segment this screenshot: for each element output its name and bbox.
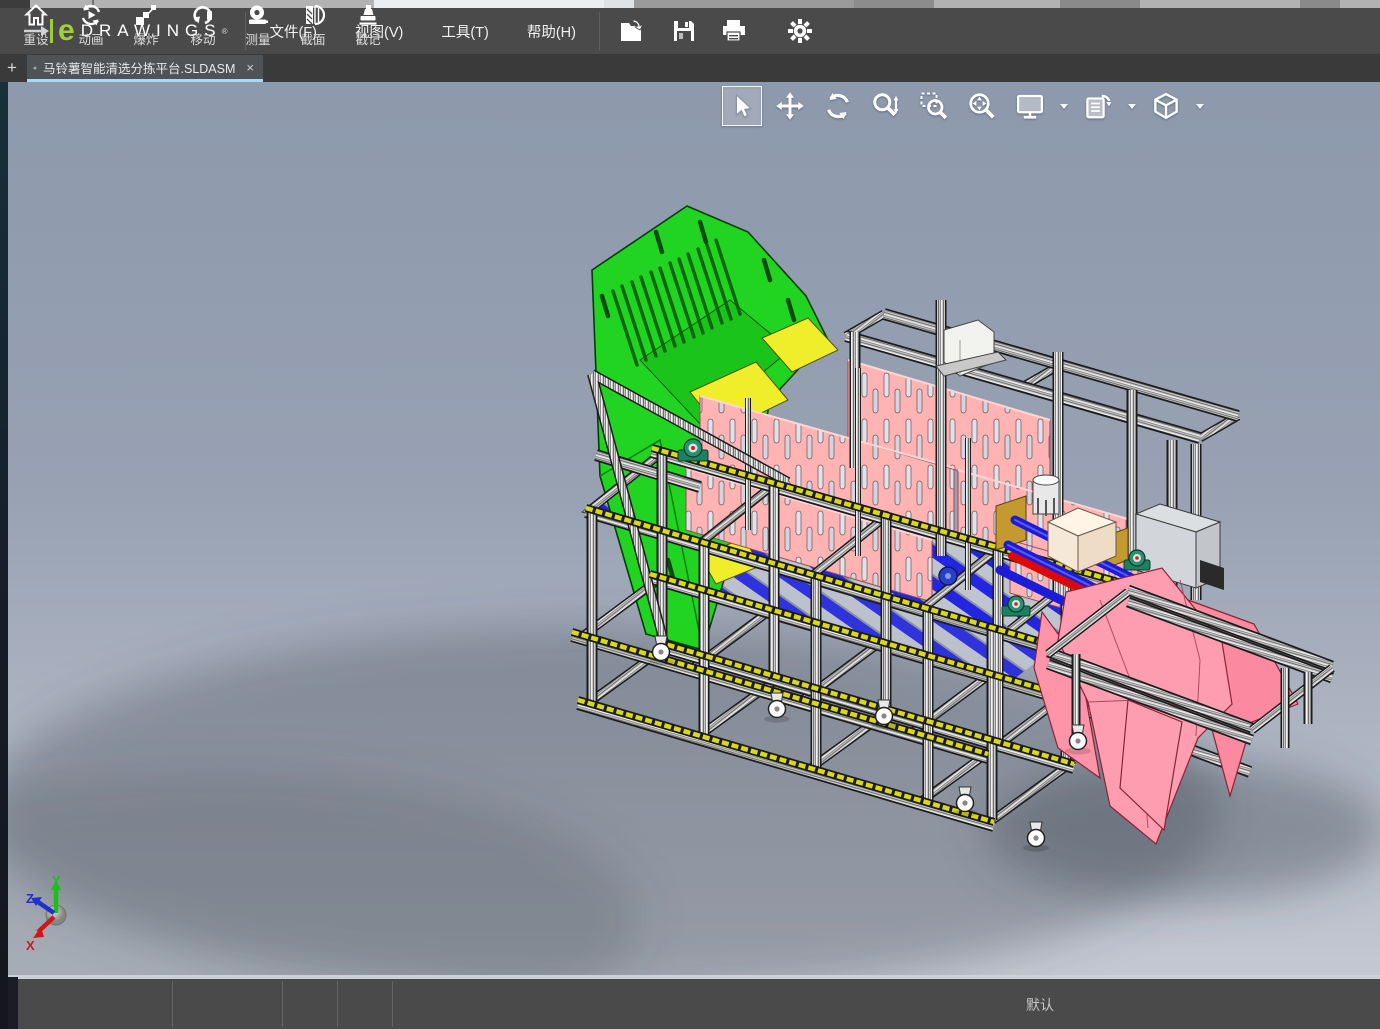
cube-dropdown-caret[interactable] — [1196, 103, 1204, 109]
cube-icon — [1154, 92, 1178, 120]
zoom-area-tool[interactable] — [914, 86, 954, 126]
bottom-bar-separator — [392, 981, 393, 1027]
move-label: 移动 — [190, 33, 216, 47]
explode-label: 爆炸 — [133, 33, 159, 47]
tab-bar: + 马铃薯智能清选分拣平台.SLDASM × — [0, 54, 1380, 82]
tab-title: 马铃薯智能清选分拣平台.SLDASM — [43, 62, 236, 76]
stamp-label: 戳记 — [355, 33, 381, 47]
save-icon — [673, 21, 694, 41]
explode-button[interactable]: 爆炸 — [120, 2, 172, 48]
assembly-icon — [33, 65, 37, 70]
views-dropdown-caret[interactable] — [1128, 103, 1136, 109]
orientation-cube-tool[interactable] — [1146, 86, 1186, 126]
pan-tool[interactable] — [770, 86, 810, 126]
move-icon — [191, 2, 215, 28]
section-icon — [301, 2, 325, 28]
save-button[interactable] — [670, 17, 698, 45]
bottom-toolbar — [0, 979, 1380, 1029]
quick-toolbar — [620, 17, 814, 45]
explode-icon — [134, 2, 158, 28]
stamp-icon — [356, 2, 380, 28]
triad-z-label: Z — [26, 891, 34, 906]
tab-close-icon[interactable]: × — [243, 60, 257, 75]
animation-label: 动画 — [78, 33, 104, 47]
edrawings-window: { "menu_bar": { "logo": { "e": "e", "bra… — [0, 0, 1380, 1029]
measure-label: 测量 — [245, 33, 271, 47]
configuration-label: 默认 — [1026, 997, 1054, 1013]
animation-button[interactable]: 动画 — [65, 2, 117, 48]
menu-separator — [598, 12, 600, 50]
move-button[interactable]: 移动 — [177, 2, 229, 48]
bottom-bar-separator — [172, 981, 173, 1027]
zoom-area-icon — [920, 92, 948, 120]
view-toolbar — [722, 86, 1206, 126]
views-tool[interactable] — [1078, 86, 1118, 126]
select-arrow-icon — [736, 94, 752, 118]
rotate-icon — [827, 92, 849, 120]
new-tab-button[interactable]: + — [3, 58, 21, 78]
pan-icon — [776, 92, 804, 120]
fullscreen-tool[interactable] — [1010, 86, 1050, 126]
zoom-icon — [873, 93, 899, 117]
reset-label: 重设 — [23, 33, 49, 47]
measure-icon — [246, 2, 270, 28]
model-viewport[interactable]: Y Z X — [0, 82, 1380, 975]
bottom-bar-separator — [337, 981, 338, 1027]
zoom-tool[interactable] — [866, 86, 906, 126]
settings-button[interactable] — [786, 17, 814, 45]
reset-button[interactable]: 重设 — [10, 2, 62, 48]
zoom-fit-icon — [969, 93, 995, 119]
home-icon — [24, 2, 48, 28]
views-pages-icon — [1086, 94, 1112, 119]
open-button[interactable] — [620, 17, 648, 45]
triad-y-label: Y — [52, 873, 61, 888]
section-button[interactable]: 截面 — [287, 2, 339, 48]
menu-tools[interactable]: 工具(T) — [422, 8, 508, 54]
monitor-icon — [1017, 94, 1043, 119]
triad-x-label: X — [26, 938, 35, 953]
animation-icon — [79, 2, 103, 28]
section-label: 截面 — [300, 33, 326, 47]
fullscreen-dropdown-caret[interactable] — [1060, 103, 1068, 109]
document-tab[interactable]: 马铃薯智能清选分拣平台.SLDASM × — [27, 55, 263, 80]
stamp-button[interactable]: 戳记 — [342, 2, 394, 48]
select-tool[interactable] — [722, 86, 762, 126]
rotate-tool[interactable] — [818, 86, 858, 126]
collapsed-panel-edge[interactable] — [0, 82, 8, 1029]
settings-gear-icon — [787, 19, 812, 43]
bottom-bar-separator — [282, 981, 283, 1027]
measure-button[interactable]: 测量 — [232, 2, 284, 48]
menu-help[interactable]: 帮助(H) — [508, 8, 595, 54]
print-button[interactable] — [720, 17, 748, 45]
open-icon — [621, 19, 645, 41]
zoom-fit-tool[interactable] — [962, 86, 1002, 126]
print-icon — [722, 20, 745, 42]
model-canvas[interactable]: Y Z X — [0, 82, 1380, 975]
